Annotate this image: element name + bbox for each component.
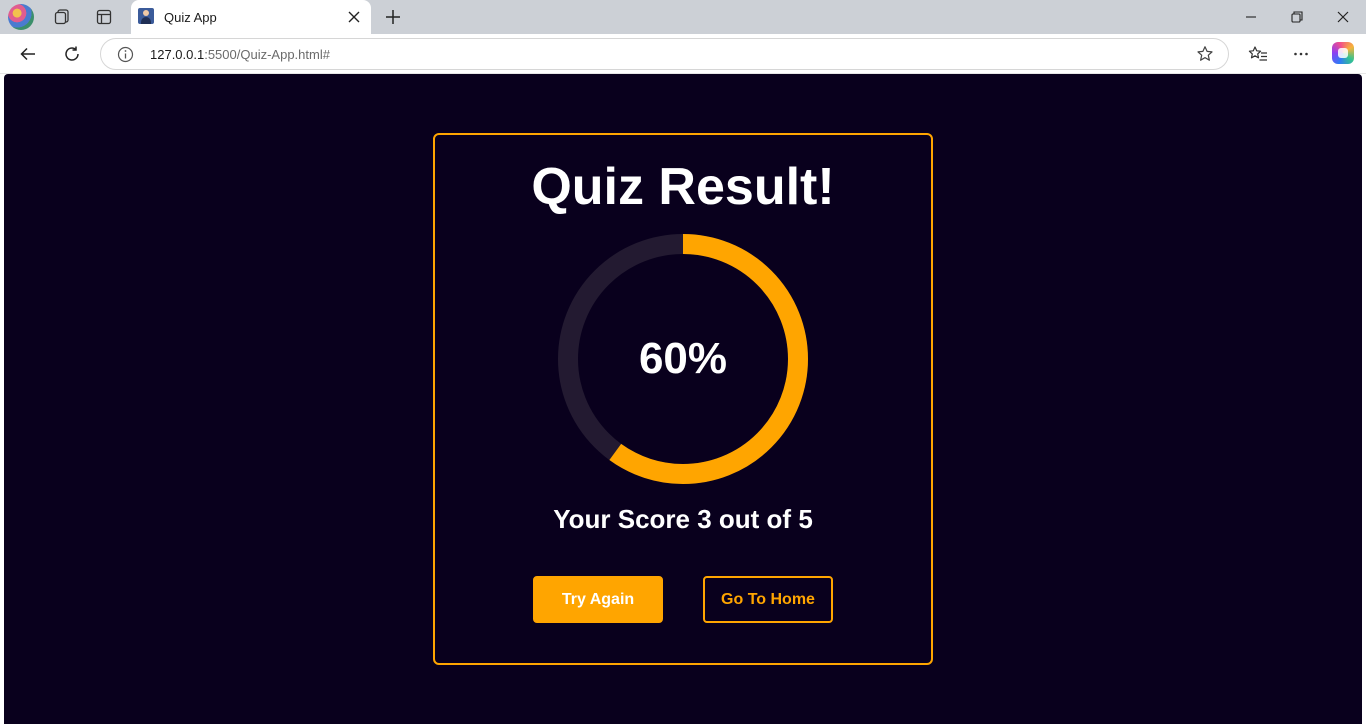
favorites-icon[interactable]	[1243, 39, 1273, 69]
minimize-icon[interactable]	[1228, 0, 1274, 34]
result-title: Quiz Result!	[531, 158, 835, 216]
browser-toolbar: 127.0.0.1:5500/Quiz-App.html#	[0, 34, 1366, 74]
refresh-icon[interactable]	[57, 39, 87, 69]
page-viewport: Quiz Result! 60% Your Score 3 out of 5 T…	[4, 74, 1362, 724]
copilot-icon[interactable]	[1332, 42, 1354, 64]
tab-title: Quiz App	[164, 10, 217, 25]
tab-favicon	[138, 8, 154, 24]
profile-avatar[interactable]	[8, 4, 34, 30]
go-home-button[interactable]: Go To Home	[703, 576, 833, 623]
url-path: :5500/Quiz-App.html#	[204, 47, 330, 62]
result-box: Quiz Result! 60% Your Score 3 out of 5 T…	[433, 133, 933, 665]
plus-icon[interactable]	[380, 4, 406, 30]
star-icon[interactable]	[1196, 45, 1214, 63]
close-icon[interactable]	[343, 6, 365, 28]
more-icon[interactable]	[1286, 39, 1316, 69]
workspaces-icon[interactable]	[49, 4, 75, 30]
progress-value: 60%	[638, 334, 728, 383]
tab-actions-icon[interactable]	[91, 4, 117, 30]
close-window-icon[interactable]	[1320, 0, 1366, 34]
score-text: Your Score 3 out of 5	[553, 504, 813, 534]
try-again-button[interactable]: Try Again	[533, 576, 663, 623]
address-bar[interactable]: 127.0.0.1:5500/Quiz-App.html#	[100, 38, 1229, 70]
circular-progress: 60%	[558, 234, 808, 484]
restore-icon[interactable]	[1274, 0, 1320, 34]
url-text[interactable]: 127.0.0.1:5500/Quiz-App.html#	[150, 47, 330, 62]
url-host: 127.0.0.1	[150, 47, 205, 62]
info-icon[interactable]	[117, 46, 134, 63]
back-arrow-icon[interactable]	[13, 39, 43, 69]
browser-tabbar: Quiz App	[0, 0, 1366, 34]
tab-quiz-app[interactable]: Quiz App	[131, 0, 371, 34]
